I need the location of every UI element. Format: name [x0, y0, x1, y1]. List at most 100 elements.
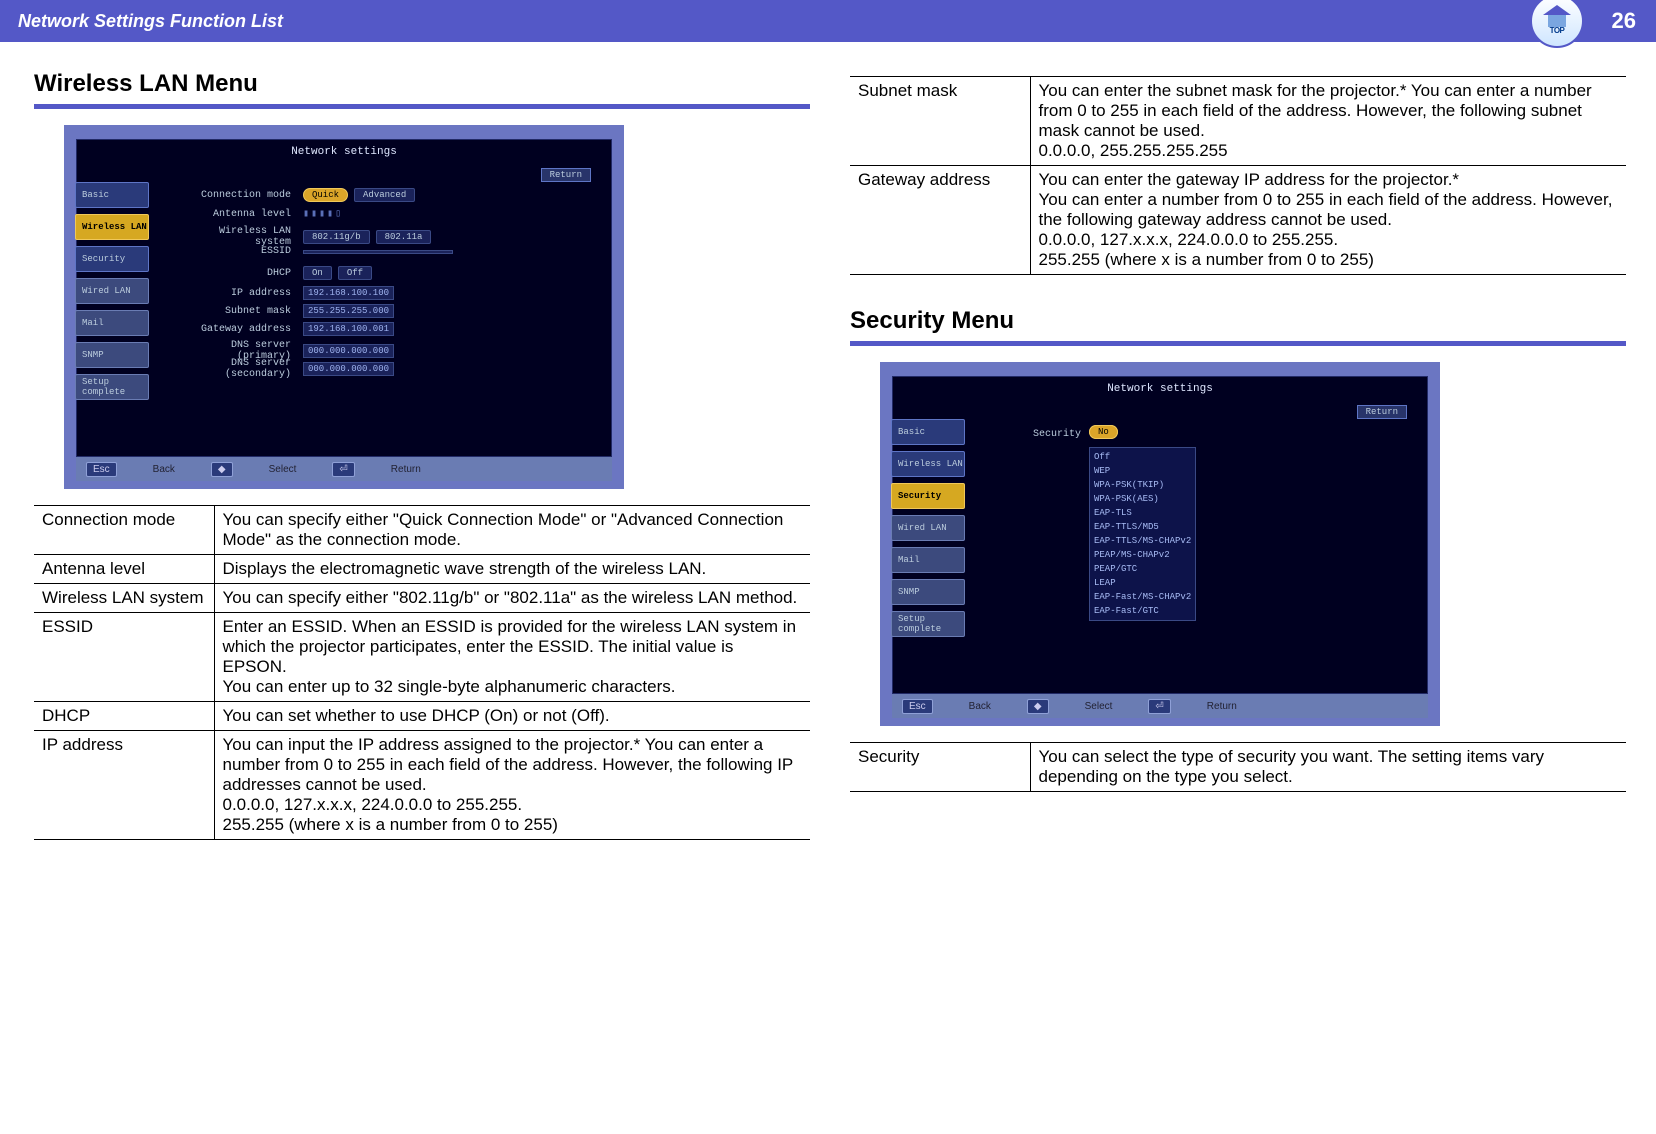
- label-antenna: Antenna level: [177, 209, 297, 220]
- footer-select: Select: [263, 463, 303, 476]
- dropdown-option[interactable]: WPA-PSK(AES): [1094, 492, 1191, 506]
- security-label: Security: [993, 429, 1081, 440]
- label-dhcp: DHCP: [177, 268, 297, 279]
- label-connection-mode: Connection mode: [177, 190, 297, 201]
- footer2-back: Back: [963, 700, 997, 713]
- footer-select-icon[interactable]: ◆: [211, 462, 233, 477]
- dropdown-option[interactable]: WEP: [1094, 464, 1191, 478]
- footer-return: Return: [385, 463, 427, 476]
- tab2-mail[interactable]: Mail: [891, 547, 965, 573]
- antenna-bars: ▮▮▮▮▯: [303, 208, 343, 220]
- tab2-setup[interactable]: Setup complete: [891, 611, 965, 637]
- setting-desc: You can set whether to use DHCP (On) or …: [214, 702, 810, 731]
- dropdown-option[interactable]: PEAP/MS-CHAPv2: [1094, 548, 1191, 562]
- label-wlan-system: Wireless LAN system: [177, 226, 297, 248]
- tab2-basic[interactable]: Basic: [891, 419, 965, 445]
- setting-desc: You can specify either "Quick Connection…: [214, 506, 810, 555]
- setting-desc: Enter an ESSID. When an ESSID is provide…: [214, 613, 810, 702]
- dns2-value[interactable]: 000.000.000.000: [303, 362, 394, 376]
- table-row: Gateway addressYou can enter the gateway…: [850, 166, 1626, 275]
- dropdown-option[interactable]: Off: [1094, 450, 1191, 464]
- row-connection-mode: Connection mode Quick Advanced: [177, 188, 415, 202]
- subnet-value[interactable]: 255.255.255.000: [303, 304, 394, 318]
- dropdown-option[interactable]: PEAP/GTC: [1094, 562, 1191, 576]
- row-essid: ESSID: [177, 246, 453, 257]
- wireless-screenshot: Network settings Return Basic Wireless L…: [76, 139, 612, 457]
- setting-name: Wireless LAN system: [34, 584, 214, 613]
- security-select[interactable]: No: [1089, 427, 1118, 438]
- dhcp-on[interactable]: On: [303, 266, 332, 280]
- tab2-security[interactable]: Security: [891, 483, 965, 509]
- tab-setup-complete[interactable]: Setup complete: [75, 374, 149, 400]
- table-row: SecurityYou can select the type of secur…: [850, 743, 1626, 792]
- dropdown-option[interactable]: EAP-Fast/MS-CHAPv2: [1094, 590, 1191, 604]
- tab-wireless-lan[interactable]: Wireless LAN: [75, 214, 149, 240]
- dropdown-option[interactable]: EAP-TLS: [1094, 506, 1191, 520]
- return-button[interactable]: Return: [541, 168, 591, 182]
- tab-mail[interactable]: Mail: [75, 310, 149, 336]
- tab-snmp[interactable]: SNMP: [75, 342, 149, 368]
- setting-name: ESSID: [34, 613, 214, 702]
- footer2-return: Return: [1201, 700, 1243, 713]
- row-dhcp: DHCP On Off: [177, 266, 372, 280]
- row-ip: IP address 192.168.100.100: [177, 286, 394, 300]
- wlan-80211gb[interactable]: 802.11g/b: [303, 230, 370, 244]
- security-screenshot-frame: Network settings Return Basic Wireless L…: [880, 362, 1440, 726]
- section-rule: [34, 104, 810, 109]
- top-home-badge[interactable]: TOP: [1530, 0, 1584, 48]
- row-gateway: Gateway address 192.168.100.001: [177, 322, 394, 336]
- wlan-80211a[interactable]: 802.11a: [376, 230, 432, 244]
- dropdown-option[interactable]: LEAP: [1094, 576, 1191, 590]
- ip-value[interactable]: 192.168.100.100: [303, 286, 394, 300]
- dropdown-option[interactable]: EAP-Fast/GTC: [1094, 604, 1191, 618]
- badge-label: TOP: [1550, 26, 1565, 35]
- dropdown-option[interactable]: EAP-TTLS/MD5: [1094, 520, 1191, 534]
- row-wlan-system: Wireless LAN system 802.11g/b 802.11a: [177, 226, 431, 248]
- footer-esc[interactable]: Esc: [86, 462, 117, 477]
- tab-wired-lan[interactable]: Wired LAN: [75, 278, 149, 304]
- wireless-lan-heading: Wireless LAN Menu: [34, 70, 810, 98]
- dropdown-option[interactable]: WPA-PSK(TKIP): [1094, 478, 1191, 492]
- essid-input[interactable]: [303, 250, 453, 254]
- setting-name: Gateway address: [850, 166, 1030, 275]
- return-button-2[interactable]: Return: [1357, 405, 1407, 419]
- table-row: IP addressYou can input the IP address a…: [34, 731, 810, 840]
- table-row: ESSIDEnter an ESSID. When an ESSID is pr…: [34, 613, 810, 702]
- value-quick[interactable]: Quick: [303, 188, 348, 202]
- footer2-select-icon[interactable]: ◆: [1027, 699, 1049, 714]
- label-dns2: DNS server (secondary): [177, 358, 297, 380]
- setting-name: IP address: [34, 731, 214, 840]
- tab2-wired[interactable]: Wired LAN: [891, 515, 965, 541]
- table-row: Wireless LAN systemYou can specify eithe…: [34, 584, 810, 613]
- setting-desc: Displays the electromagnetic wave streng…: [214, 555, 810, 584]
- tab2-wireless[interactable]: Wireless LAN: [891, 451, 965, 477]
- table-row: Antenna levelDisplays the electromagneti…: [34, 555, 810, 584]
- footer-back: Back: [147, 463, 181, 476]
- right-top-table: Subnet maskYou can enter the subnet mask…: [850, 76, 1626, 275]
- footer2-esc[interactable]: Esc: [902, 699, 933, 714]
- security-dropdown[interactable]: OffWEPWPA-PSK(TKIP)WPA-PSK(AES)EAP-TLSEA…: [1089, 447, 1196, 621]
- tab2-snmp[interactable]: SNMP: [891, 579, 965, 605]
- setting-desc: You can enter the subnet mask for the pr…: [1030, 77, 1626, 166]
- table-row: Connection modeYou can specify either "Q…: [34, 506, 810, 555]
- tab-basic[interactable]: Basic: [75, 182, 149, 208]
- gateway-value[interactable]: 192.168.100.001: [303, 322, 394, 336]
- dhcp-off[interactable]: Off: [338, 266, 372, 280]
- label-ip: IP address: [177, 288, 297, 299]
- right-column: Subnet maskYou can enter the subnet mask…: [850, 70, 1626, 840]
- wireless-desc-table: Connection modeYou can specify either "Q…: [34, 505, 810, 840]
- label-gateway: Gateway address: [177, 324, 297, 335]
- setting-desc: You can input the IP address assigned to…: [214, 731, 810, 840]
- value-advanced[interactable]: Advanced: [354, 188, 415, 202]
- setting-name: Security: [850, 743, 1030, 792]
- footer2-return-icon[interactable]: ⏎: [1148, 699, 1170, 714]
- home-icon: [1543, 5, 1571, 15]
- page-number: 26: [1612, 8, 1636, 34]
- side-tabs-2: Basic Wireless LAN Security Wired LAN Ma…: [891, 419, 965, 637]
- footer-return-icon[interactable]: ⏎: [332, 462, 354, 477]
- tab-security[interactable]: Security: [75, 246, 149, 272]
- dns1-value[interactable]: 000.000.000.000: [303, 344, 394, 358]
- header-bar: Network Settings Function List TOP 26: [0, 0, 1656, 42]
- setting-name: DHCP: [34, 702, 214, 731]
- dropdown-option[interactable]: EAP-TTLS/MS-CHAPv2: [1094, 534, 1191, 548]
